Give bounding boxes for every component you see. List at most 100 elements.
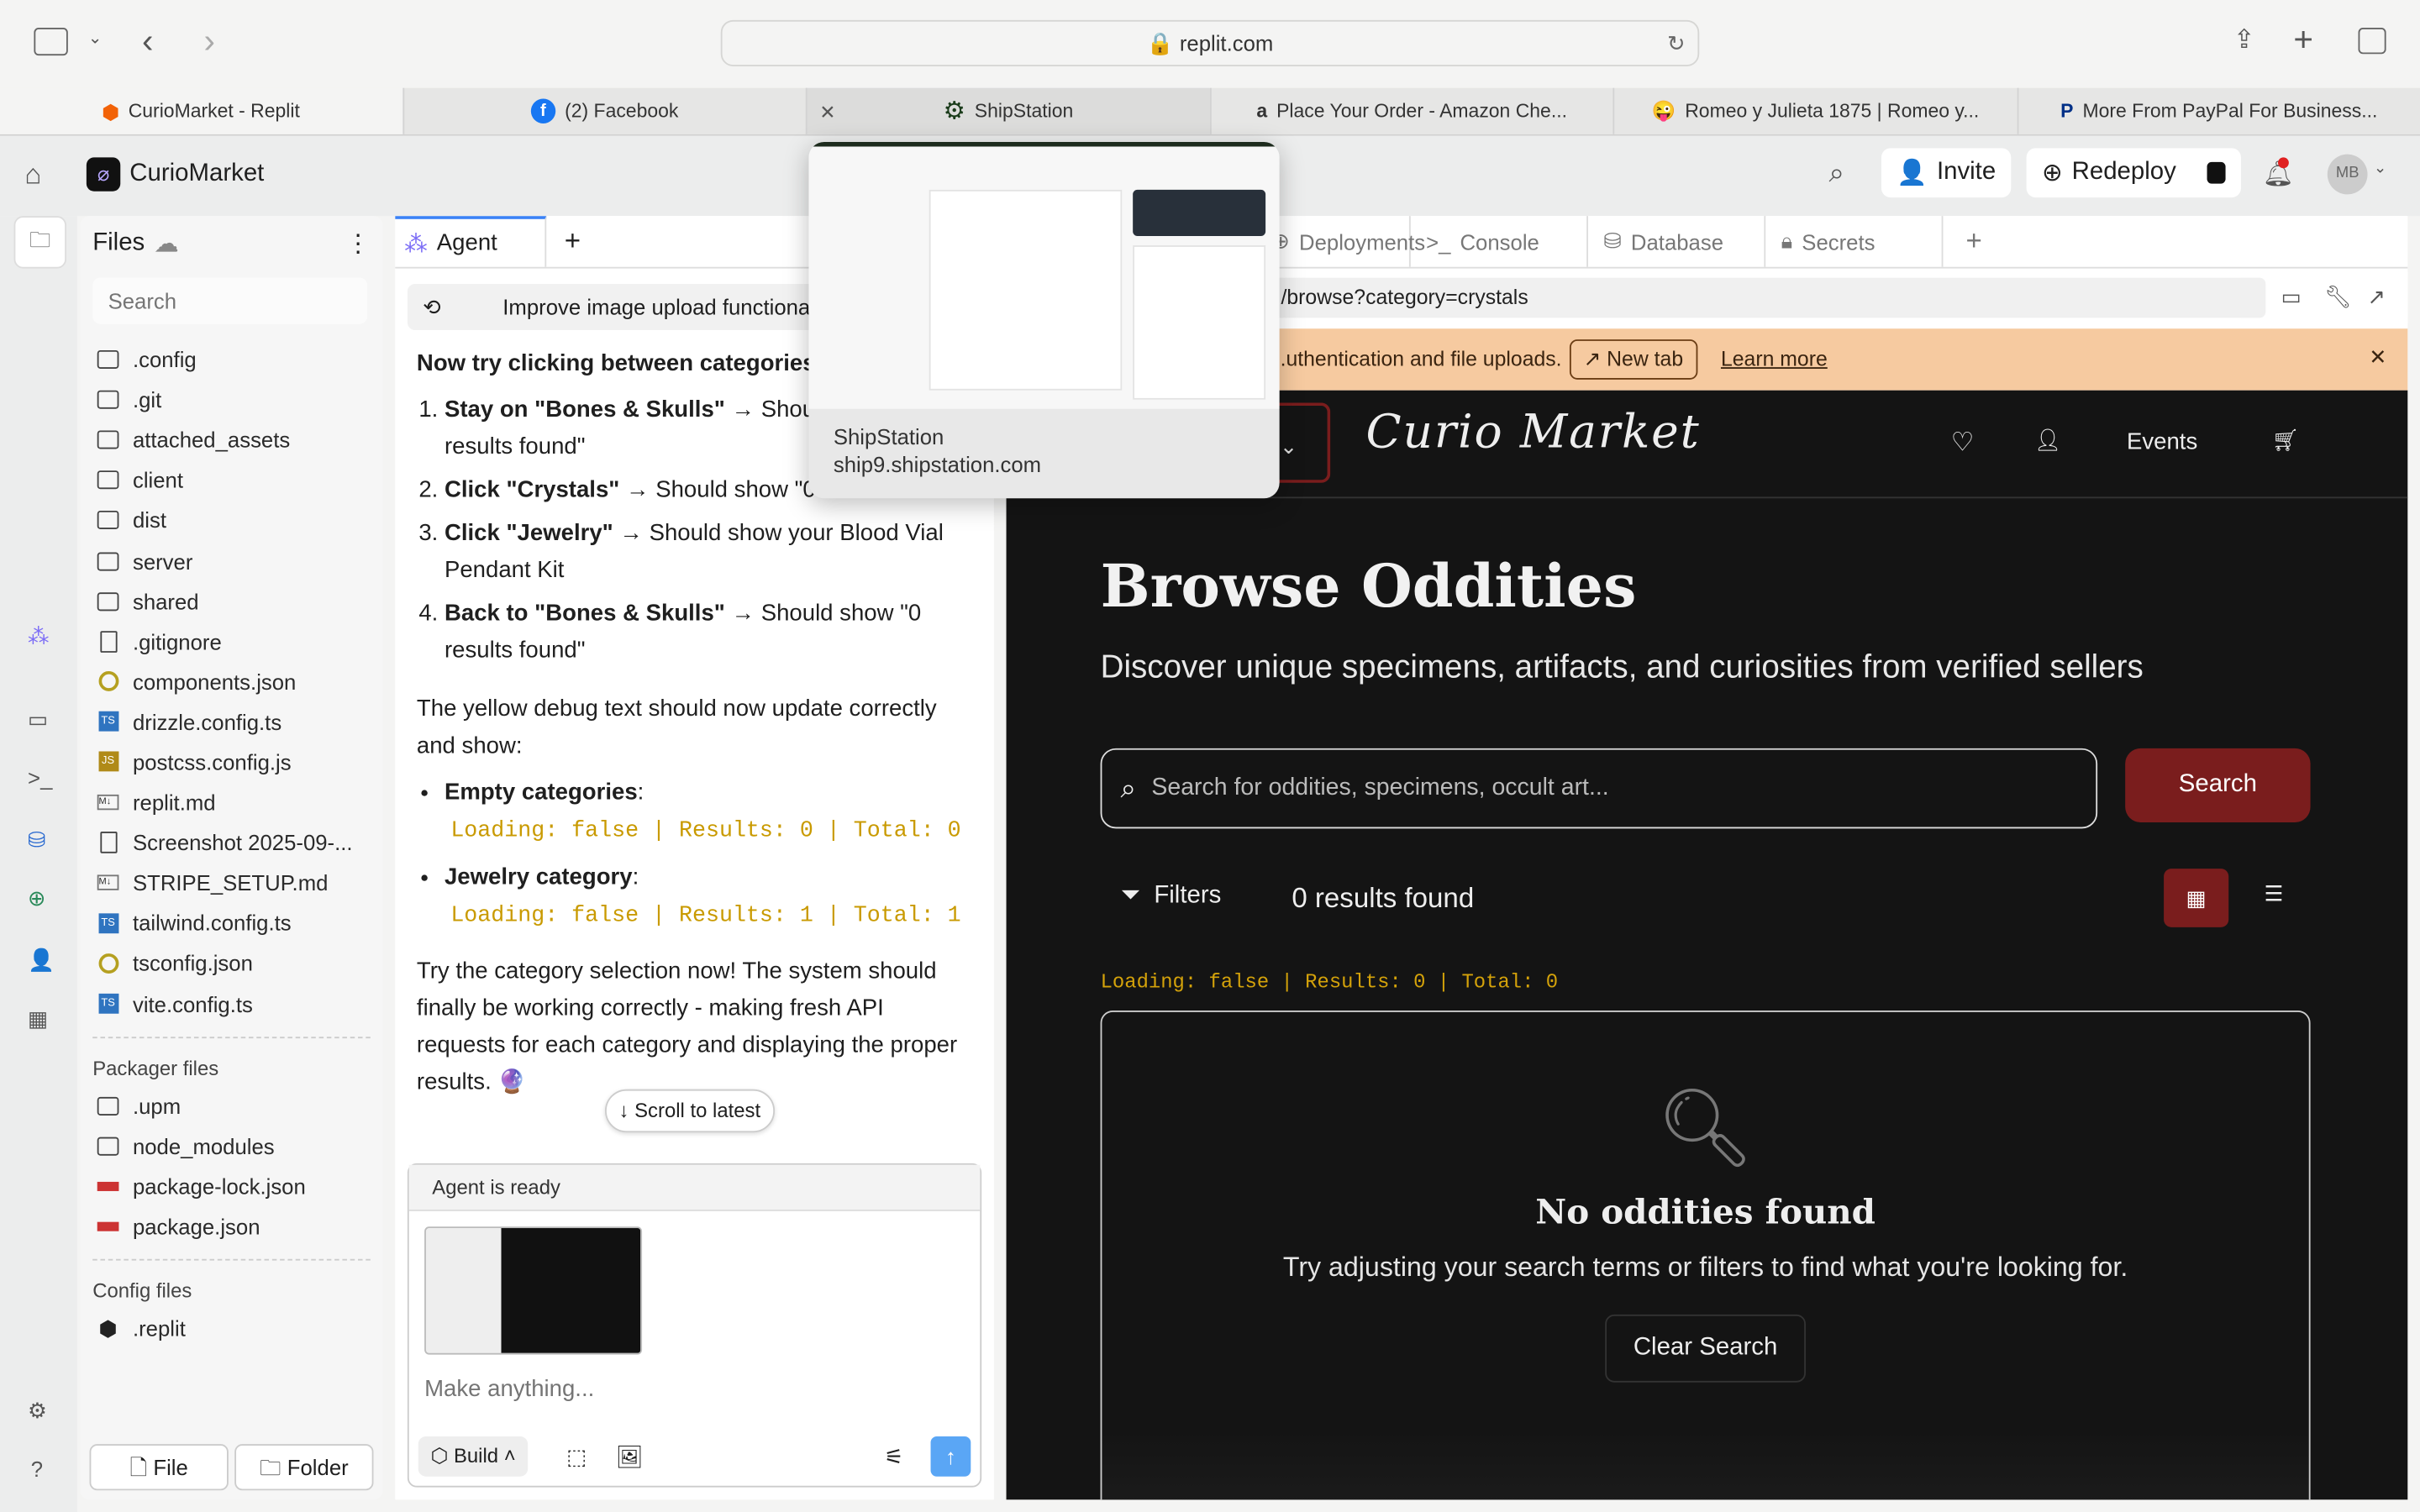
image-icon[interactable]: 🖼︎ [616, 1444, 644, 1470]
file-tree-item[interactable]: package-lock.json [81, 1166, 383, 1206]
forward-icon[interactable]: › [203, 22, 214, 62]
agent-icon[interactable]: ⁂ [28, 623, 50, 649]
reload-icon[interactable]: ↻ [1667, 22, 1686, 65]
invite-button[interactable]: 👤 Invite [1881, 148, 2012, 198]
search-icon[interactable]: ⌕ [1829, 157, 1845, 190]
tab-curiomarket[interactable]: ⬢ CurioMarket - Replit [0, 87, 402, 134]
preview-tab[interactable]: ⛁ Database [1588, 216, 1766, 267]
preview-icon[interactable]: ▭ [28, 706, 48, 732]
file-name: dist [132, 508, 166, 533]
address-bar[interactable]: 🔒 replit.com ↻ [720, 19, 1700, 66]
database-icon[interactable]: ⛁ [28, 827, 46, 853]
file-tree-item[interactable]: TS tailwind.config.ts [81, 903, 383, 943]
files-search-input[interactable] [92, 277, 368, 324]
settings-sliders-icon[interactable]: ⚟ [884, 1444, 903, 1470]
file-icon [96, 1181, 120, 1191]
avatar[interactable]: MB [2327, 154, 2368, 195]
tab-shipstation[interactable]: ✕ ⚙ ShipStation [805, 87, 1210, 134]
share-icon[interactable]: ⇪ [2233, 24, 2255, 55]
empty-title: No oddities found [1535, 1192, 1876, 1233]
file-tree-item[interactable]: M↓ replit.md [81, 782, 383, 822]
file-tree-item[interactable]: .git [81, 380, 383, 420]
file-icon: M↓ [96, 874, 120, 891]
chevron-down-icon[interactable]: ⌄ [88, 28, 103, 48]
attached-screenshot-thumbnail[interactable] [424, 1226, 643, 1355]
settings-icon[interactable]: ⚙ [28, 1398, 47, 1424]
file-tree-item[interactable]: tsconfig.json [81, 943, 383, 984]
deployments-icon[interactable]: ⊕ [28, 885, 46, 911]
new-file-button[interactable]: 🗋 File [89, 1444, 229, 1491]
new-tab-button[interactable]: ↗ New tab [1569, 339, 1697, 380]
open-external-icon[interactable]: ↗ [2368, 284, 2386, 310]
site-logo[interactable]: Curio Market [1366, 406, 1701, 459]
file-tree-item[interactable]: package.json [81, 1206, 383, 1247]
scroll-to-latest-button[interactable]: ↓ Scroll to latest [604, 1089, 775, 1133]
mode-select[interactable]: ⬡ Build ˄ [418, 1436, 529, 1477]
new-tab-icon[interactable]: + [2293, 20, 2313, 60]
heart-icon[interactable]: ♡ [1951, 428, 1975, 459]
select-element-icon[interactable]: ⬚ [566, 1444, 587, 1470]
preview-tab[interactable]: 🔒︎ Secrets [1765, 216, 1944, 267]
cart-icon[interactable]: 🛒︎ [2272, 428, 2300, 454]
send-button[interactable]: ↑ [930, 1436, 971, 1477]
file-tree-item[interactable]: shared [81, 581, 383, 622]
tab-romeo[interactable]: 😜 Romeo y Julieta 1875 | Romeo y... [1612, 87, 2017, 134]
search-button[interactable]: Search [2125, 748, 2311, 822]
file-tree-item[interactable]: components.json [81, 661, 383, 701]
file-tree-item[interactable]: Screenshot 2025-09-... [81, 822, 383, 863]
preview-url-input[interactable]: /browse?category=crystals [1268, 277, 2266, 318]
nav-events[interactable]: Events [2127, 429, 2197, 455]
clear-search-button[interactable]: Clear Search [1605, 1314, 1806, 1383]
add-tab-button[interactable]: + [1943, 216, 2004, 267]
back-icon[interactable]: ‹ [142, 22, 153, 62]
tab-paypal[interactable]: P More From PayPal For Business... [2016, 87, 2420, 134]
learn-more-link[interactable]: Learn more [1721, 347, 1828, 370]
file-tree-item[interactable]: attached_assets [81, 420, 383, 460]
tab-overview-icon[interactable] [2358, 28, 2386, 55]
files-icon[interactable]: 🗀 [13, 216, 66, 269]
emoji-icon: 😜 [1651, 99, 1676, 122]
file-tree-item[interactable]: node_modules [81, 1126, 383, 1166]
user-icon[interactable]: 👤︎ [2034, 428, 2062, 454]
file-tree-item[interactable]: .gitignore [81, 622, 383, 662]
file-tree-item[interactable]: TS drizzle.config.ts [81, 701, 383, 742]
file-tree-item[interactable]: .upm [81, 1085, 383, 1126]
console-icon[interactable]: >_ [28, 765, 52, 790]
new-folder-button[interactable]: 🗀 Folder [234, 1444, 374, 1491]
tab-amazon[interactable]: a Place Your Order - Amazon Che... [1209, 87, 1613, 134]
add-tab-button[interactable]: + [546, 216, 598, 267]
file-tree-item[interactable]: .config [81, 339, 383, 380]
close-icon[interactable]: ✕ [2369, 345, 2386, 370]
filters-button[interactable]: ⏷ Filters [1120, 883, 1221, 911]
home-icon[interactable]: ⌂ [24, 159, 41, 192]
more-icon[interactable]: ⋮ [345, 228, 370, 260]
file-tree-item[interactable]: dist [81, 501, 383, 541]
sidebar-toggle-icon[interactable] [34, 28, 68, 56]
help-icon[interactable]: ? [31, 1457, 43, 1481]
file-tree-item[interactable]: client [81, 460, 383, 501]
site-search-input[interactable]: ⌕ Search for oddities, specimens, occult … [1100, 748, 2098, 829]
apps-icon[interactable]: ▦ [28, 1006, 48, 1032]
preview-tab[interactable]: >_ Console [1411, 216, 1588, 267]
redeploy-button[interactable]: ⊕ Redeploy [2026, 148, 2241, 198]
file-tree-item[interactable]: ⬢ .replit [81, 1308, 383, 1348]
magnifier-icon: 🔍︎ [1656, 1084, 1754, 1172]
tab-agent[interactable]: ⁂ Agent [395, 216, 547, 267]
devices-icon[interactable]: ▭ [2281, 284, 2302, 310]
redeploy-label: Redeploy [2071, 159, 2176, 186]
wrench-icon[interactable]: 🔧︎ [2324, 284, 2352, 310]
project-name[interactable]: CurioMarket [129, 160, 264, 188]
chevron-down-icon[interactable]: ⌄ [2374, 160, 2386, 177]
users-icon[interactable]: 👤 [28, 948, 55, 974]
chat-input[interactable] [424, 1376, 950, 1403]
file-tree-item[interactable]: JS postcss.config.js [81, 742, 383, 782]
file-tree-item[interactable]: server [81, 541, 383, 581]
file-tree-item[interactable]: M↓ STRIPE_SETUP.md [81, 863, 383, 903]
grid-view-button[interactable]: ▦ [2164, 869, 2229, 927]
close-icon[interactable]: ✕ [819, 99, 835, 123]
list-view-button[interactable]: ☰ [2264, 881, 2283, 907]
file-tree-item[interactable]: TS vite.config.ts [81, 984, 383, 1024]
tab-facebook[interactable]: f (2) Facebook [402, 87, 806, 134]
browser-toolbar: ⌄ ‹ › 🔒 replit.com ↻ ⇪ + [0, 0, 2420, 88]
label: Scroll to latest [634, 1098, 761, 1122]
